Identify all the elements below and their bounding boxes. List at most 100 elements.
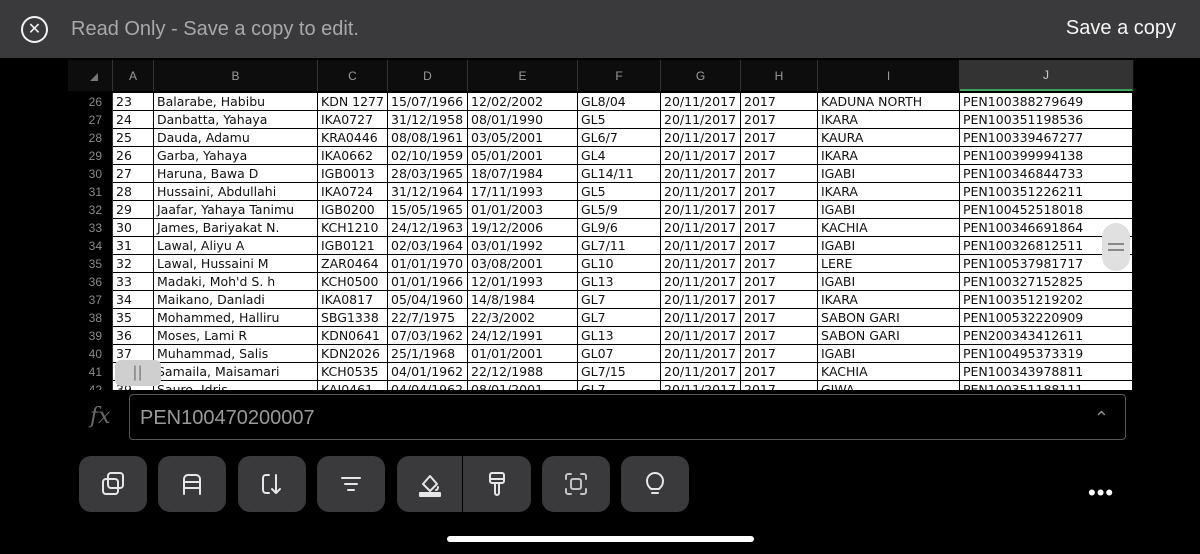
cell-d[interactable]: 04/04/1962 xyxy=(388,381,468,390)
cell-e[interactable]: 01/01/2001 xyxy=(468,345,578,363)
format-painter-icon[interactable] xyxy=(463,456,531,512)
cell-g[interactable]: 20/11/2017 xyxy=(661,165,741,183)
column-header-j[interactable]: J xyxy=(960,60,1133,91)
row-number[interactable]: 31 xyxy=(68,183,113,201)
cell-select-icon[interactable] xyxy=(542,456,610,512)
cell-h[interactable]: 2017 xyxy=(741,201,818,219)
row-number[interactable]: 34 xyxy=(68,237,113,255)
cell-e[interactable]: 03/08/2001 xyxy=(468,255,578,273)
column-header-c[interactable]: C xyxy=(318,60,388,91)
cell-c[interactable]: IKA0727 xyxy=(318,111,388,129)
cell-a[interactable]: 34 xyxy=(113,291,154,309)
cell-d[interactable]: 02/10/1959 xyxy=(388,147,468,165)
cell-a[interactable]: 32 xyxy=(113,255,154,273)
cell-d[interactable]: 28/03/1965 xyxy=(388,165,468,183)
cell-b[interactable]: Hussaini, Abdullahi xyxy=(154,183,318,201)
cell-c[interactable]: KCH0500 xyxy=(318,273,388,291)
cell-d[interactable]: 08/08/1961 xyxy=(388,129,468,147)
cell-d[interactable]: 05/04/1960 xyxy=(388,291,468,309)
cell-a[interactable]: 29 xyxy=(113,201,154,219)
cell-h[interactable]: 2017 xyxy=(741,129,818,147)
cell-j[interactable]: PEN100339467277 xyxy=(960,129,1133,147)
cell-h[interactable]: 2017 xyxy=(741,219,818,237)
cell-h[interactable]: 2017 xyxy=(741,111,818,129)
column-header-i[interactable]: I xyxy=(818,60,960,91)
row-number[interactable]: 32 xyxy=(68,201,113,219)
column-header-g[interactable]: G xyxy=(661,60,741,91)
cell-e[interactable]: 03/01/1992 xyxy=(468,237,578,255)
row-number[interactable]: 35 xyxy=(68,255,113,273)
cell-i[interactable]: SABON GARI xyxy=(818,327,960,345)
cell-d[interactable]: 02/03/1964 xyxy=(388,237,468,255)
cell-c[interactable]: KRA0446 xyxy=(318,129,388,147)
cell-f[interactable]: GL14/11 xyxy=(578,165,661,183)
cell-f[interactable]: GL5/9 xyxy=(578,201,661,219)
cell-h[interactable]: 2017 xyxy=(741,165,818,183)
cell-g[interactable]: 20/11/2017 xyxy=(661,237,741,255)
cell-f[interactable]: GL7 xyxy=(578,381,661,390)
copy-icon[interactable] xyxy=(79,456,147,512)
cell-c[interactable]: IKA0662 xyxy=(318,147,388,165)
cell-e[interactable]: 01/01/2003 xyxy=(468,201,578,219)
cell-d[interactable]: 31/12/1958 xyxy=(388,111,468,129)
cell-d[interactable]: 07/03/1962 xyxy=(388,327,468,345)
row-number[interactable]: 42 xyxy=(68,381,113,390)
cell-i[interactable]: IGABI xyxy=(818,237,960,255)
cell-h[interactable]: 2017 xyxy=(741,273,818,291)
cell-e[interactable]: 22/12/1988 xyxy=(468,363,578,381)
row-number[interactable]: 40 xyxy=(68,345,113,363)
cell-e[interactable]: 18/07/1984 xyxy=(468,165,578,183)
cell-b[interactable]: Madaki, Moh'd S. h xyxy=(154,273,318,291)
column-header-d[interactable]: D xyxy=(388,60,468,91)
cell-b[interactable]: Lawal, Hussaini M xyxy=(154,255,318,273)
cell-i[interactable]: KACHIA xyxy=(818,363,960,381)
row-number[interactable]: 37 xyxy=(68,291,113,309)
cell-f[interactable]: GL7/15 xyxy=(578,363,661,381)
vertical-scroll-handle[interactable] xyxy=(1102,223,1130,271)
cell-j[interactable]: PEN100495373319 xyxy=(960,345,1133,363)
cell-j[interactable]: PEN100388279649 xyxy=(960,93,1133,111)
cell-e[interactable]: 08/01/1990 xyxy=(468,111,578,129)
horizontal-scroll-handle[interactable]: || xyxy=(115,360,161,386)
cell-j[interactable]: PEN100452518018 xyxy=(960,201,1133,219)
cell-i[interactable]: IGABI xyxy=(818,273,960,291)
cell-i[interactable]: IKARA xyxy=(818,111,960,129)
cell-g[interactable]: 20/11/2017 xyxy=(661,201,741,219)
cell-e[interactable]: 12/02/2002 xyxy=(468,93,578,111)
cell-b[interactable]: James, Bariyakat N. xyxy=(154,219,318,237)
cell-h[interactable]: 2017 xyxy=(741,255,818,273)
cell-a[interactable]: 35 xyxy=(113,309,154,327)
cell-h[interactable]: 2017 xyxy=(741,183,818,201)
cell-a[interactable]: 30 xyxy=(113,219,154,237)
cell-b[interactable]: Haruna, Bawa D xyxy=(154,165,318,183)
cell-i[interactable]: LERE xyxy=(818,255,960,273)
cell-h[interactable]: 2017 xyxy=(741,327,818,345)
cell-e[interactable]: 17/11/1993 xyxy=(468,183,578,201)
cell-h[interactable]: 2017 xyxy=(741,381,818,390)
cell-d[interactable]: 04/01/1962 xyxy=(388,363,468,381)
more-options-icon[interactable]: ••• xyxy=(1088,480,1114,506)
cell-i[interactable]: IGABI xyxy=(818,345,960,363)
cell-g[interactable]: 20/11/2017 xyxy=(661,255,741,273)
cell-i[interactable]: KACHIA xyxy=(818,219,960,237)
row-number[interactable]: 29 xyxy=(68,147,113,165)
cell-g[interactable]: 20/11/2017 xyxy=(661,129,741,147)
cell-b[interactable]: Mohammed, Halliru xyxy=(154,309,318,327)
column-header-b[interactable]: B xyxy=(154,60,318,91)
row-number[interactable]: 28 xyxy=(68,129,113,147)
cell-g[interactable]: 20/11/2017 xyxy=(661,363,741,381)
cell-j[interactable]: PEN100351219202 xyxy=(960,291,1133,309)
cell-i[interactable]: IKARA xyxy=(818,183,960,201)
cell-h[interactable]: 2017 xyxy=(741,309,818,327)
cell-i[interactable]: KADUNA NORTH xyxy=(818,93,960,111)
cell-f[interactable]: GL13 xyxy=(578,327,661,345)
close-icon[interactable]: ✕ xyxy=(21,16,48,43)
cell-c[interactable]: KCH0535 xyxy=(318,363,388,381)
cell-b[interactable]: Jaafar, Yahaya Tanimu xyxy=(154,201,318,219)
cell-g[interactable]: 20/11/2017 xyxy=(661,327,741,345)
cell-i[interactable]: GIWA xyxy=(818,381,960,390)
column-header-e[interactable]: E xyxy=(468,60,578,91)
cell-g[interactable]: 20/11/2017 xyxy=(661,219,741,237)
cell-c[interactable]: ZAR0464 xyxy=(318,255,388,273)
cell-f[interactable]: GL6/7 xyxy=(578,129,661,147)
